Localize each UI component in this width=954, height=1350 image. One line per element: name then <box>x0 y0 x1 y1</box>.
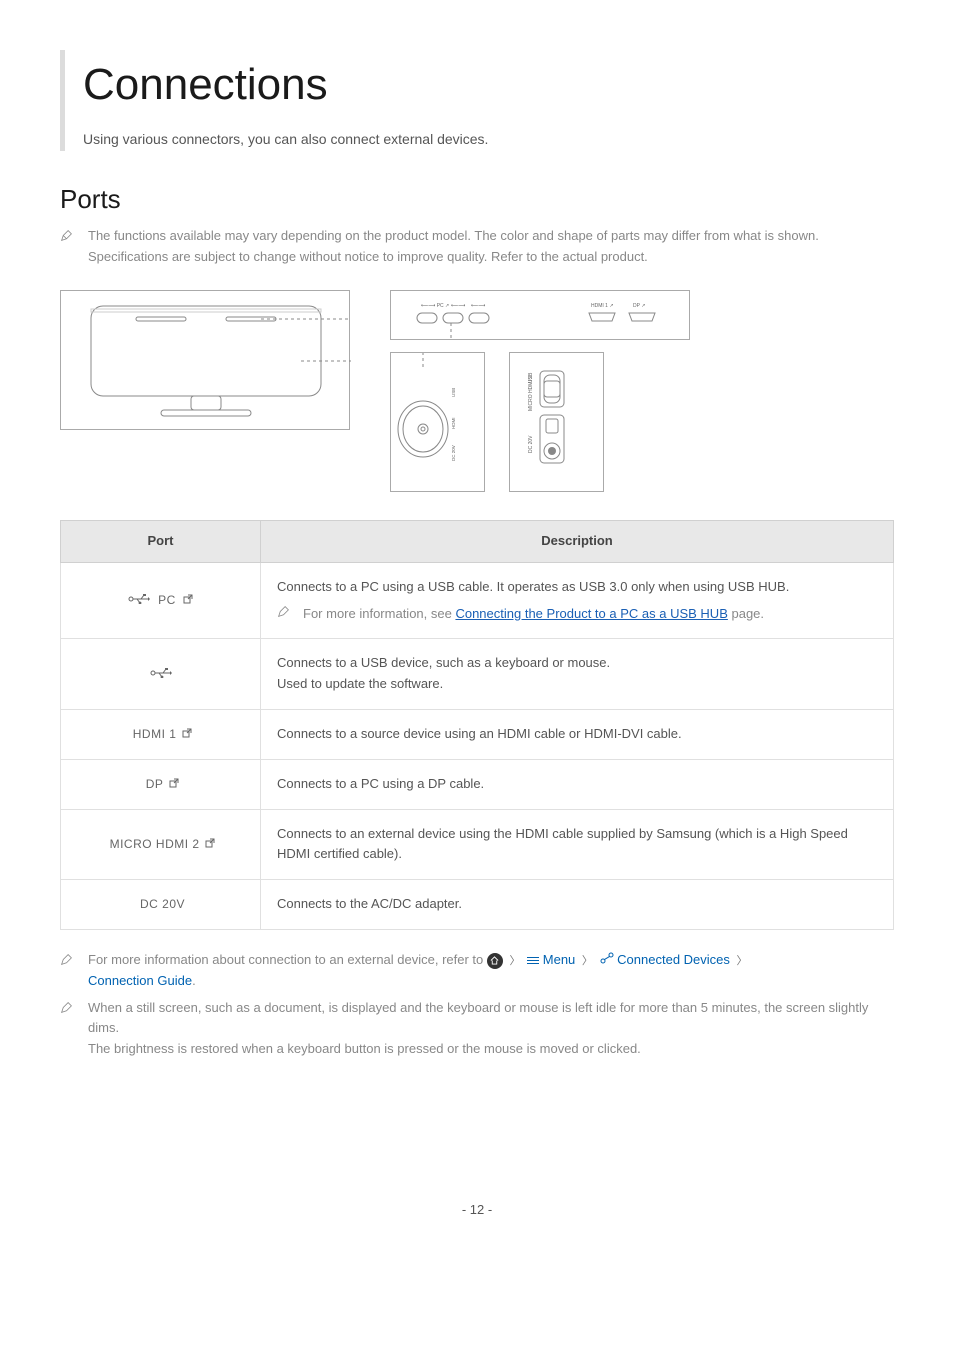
chevron-right-icon: 〉 <box>510 955 521 967</box>
menu-label: Menu <box>543 952 576 967</box>
port-cell: MICRO HDMI 2 <box>61 809 261 880</box>
top-ports-diagram: ⟵⟶ PC ↗ ⟵⟶ ⟵⟶ HDMI 1 ↗ DP ↗ <box>390 290 690 340</box>
description-cell: Connects to a PC using a DP cable. <box>261 759 894 809</box>
external-icon <box>205 835 215 854</box>
note2-line1: When a still screen, such as a document,… <box>88 998 894 1040</box>
note1-suffix: . <box>192 973 196 988</box>
page-title: Connections <box>83 50 894 120</box>
desc-text-2: Used to update the software. <box>277 674 877 695</box>
port-cell: PC <box>61 562 261 639</box>
chevron-right-icon: 〉 <box>737 955 748 967</box>
menu-icon <box>527 955 539 966</box>
table-row: DC 20V Connects to the AC/DC adapter. <box>61 880 894 930</box>
port-label: MICRO HDMI 2 <box>110 835 200 854</box>
port-cell: HDMI 1 <box>61 709 261 759</box>
usb-icon <box>150 665 172 684</box>
desc-subnote: For more information, see Connecting the… <box>303 604 764 625</box>
external-icon <box>183 591 193 610</box>
footer-note-1: For more information about connection to… <box>60 950 894 992</box>
desc-text: Connects to a USB device, such as a keyb… <box>277 653 877 674</box>
description-cell: Connects to a USB device, such as a keyb… <box>261 639 894 710</box>
side-ports-diagram: USB MICRO HDMI 2 DC 20V <box>509 352 604 492</box>
port-label: DC 20V <box>140 895 185 914</box>
description-cell: Connects to a PC using a USB cable. It o… <box>261 562 894 639</box>
desc-text: Connects to a PC using a USB cable. It o… <box>277 577 877 598</box>
intro-note: The functions available may vary dependi… <box>60 226 894 268</box>
subnote-suffix: page. <box>728 606 764 621</box>
usb-icon <box>128 591 150 610</box>
port-label: PC <box>158 591 176 610</box>
table-row: MICRO HDMI 2 Connects to an external dev… <box>61 809 894 880</box>
table-row: HDMI 1 Connects to a source device using… <box>61 709 894 759</box>
port-cell: DC 20V <box>61 880 261 930</box>
svg-text:DC 20V: DC 20V <box>451 445 456 461</box>
svg-text:DC 20V: DC 20V <box>528 435 534 453</box>
port-label: HDMI 1 <box>133 725 177 744</box>
port-label: DP <box>146 775 164 794</box>
ports-table: Port Description PC Connects to a PC usi… <box>60 520 894 930</box>
home-icon <box>487 953 503 969</box>
monitor-diagram <box>60 290 350 430</box>
note2-line2: The brightness is restored when a keyboa… <box>88 1039 894 1060</box>
section-heading-ports: Ports <box>60 179 894 221</box>
table-row: Connects to a USB device, such as a keyb… <box>61 639 894 710</box>
table-row: DP Connects to a PC using a DP cable. <box>61 759 894 809</box>
title-block: Connections Using various connectors, yo… <box>60 50 894 151</box>
pencil-icon <box>60 998 74 1016</box>
pencil-icon <box>277 605 291 623</box>
page-number: - 12 - <box>60 1200 894 1221</box>
external-icon <box>169 775 179 794</box>
note1-prefix: For more information about connection to… <box>88 952 487 967</box>
external-icon <box>182 725 192 744</box>
footer-note-2: When a still screen, such as a document,… <box>60 998 894 1060</box>
svg-text:HDMI: HDMI <box>451 417 456 429</box>
chevron-right-icon: 〉 <box>582 955 593 967</box>
connected-devices-icon <box>600 950 614 971</box>
pencil-icon <box>60 226 74 244</box>
description-cell: Connects to an external device using the… <box>261 809 894 880</box>
description-cell: Connects to a source device using an HDM… <box>261 709 894 759</box>
bottom-power-diagram: USB HDMI DC 20V <box>390 352 485 492</box>
page-subtitle: Using various connectors, you can also c… <box>83 128 894 150</box>
footer-note-2-text: When a still screen, such as a document,… <box>88 998 894 1060</box>
svg-text:⟵⟶: ⟵⟶ <box>471 303 485 309</box>
subnote-prefix: For more information, see <box>303 606 455 621</box>
intro-note-text: The functions available may vary dependi… <box>88 226 894 268</box>
port-cell <box>61 639 261 710</box>
pencil-icon <box>60 950 74 968</box>
svg-text:USB: USB <box>451 388 456 397</box>
svg-text:⟵⟶ PC ↗: ⟵⟶ PC ↗ <box>421 303 449 309</box>
footer-note-1-text: For more information about connection to… <box>88 950 751 992</box>
table-row: PC Connects to a PC using a USB cable. I… <box>61 562 894 639</box>
port-cell: DP <box>61 759 261 809</box>
svg-text:DP ↗: DP ↗ <box>633 303 645 309</box>
description-cell: Connects to the AC/DC adapter. <box>261 880 894 930</box>
svg-text:⟵⟶: ⟵⟶ <box>451 303 465 309</box>
table-header-description: Description <box>261 520 894 562</box>
connection-guide-label: Connection Guide <box>88 973 192 988</box>
connected-devices-label: Connected Devices <box>617 952 730 967</box>
svg-text:HDMI 1 ↗: HDMI 1 ↗ <box>591 303 614 309</box>
port-diagrams: ⟵⟶ PC ↗ ⟵⟶ ⟵⟶ HDMI 1 ↗ DP ↗ <box>60 290 894 492</box>
usb-hub-link[interactable]: Connecting the Product to a PC as a USB … <box>455 606 727 621</box>
table-header-port: Port <box>61 520 261 562</box>
svg-text:MICRO HDMI 2: MICRO HDMI 2 <box>528 376 534 411</box>
